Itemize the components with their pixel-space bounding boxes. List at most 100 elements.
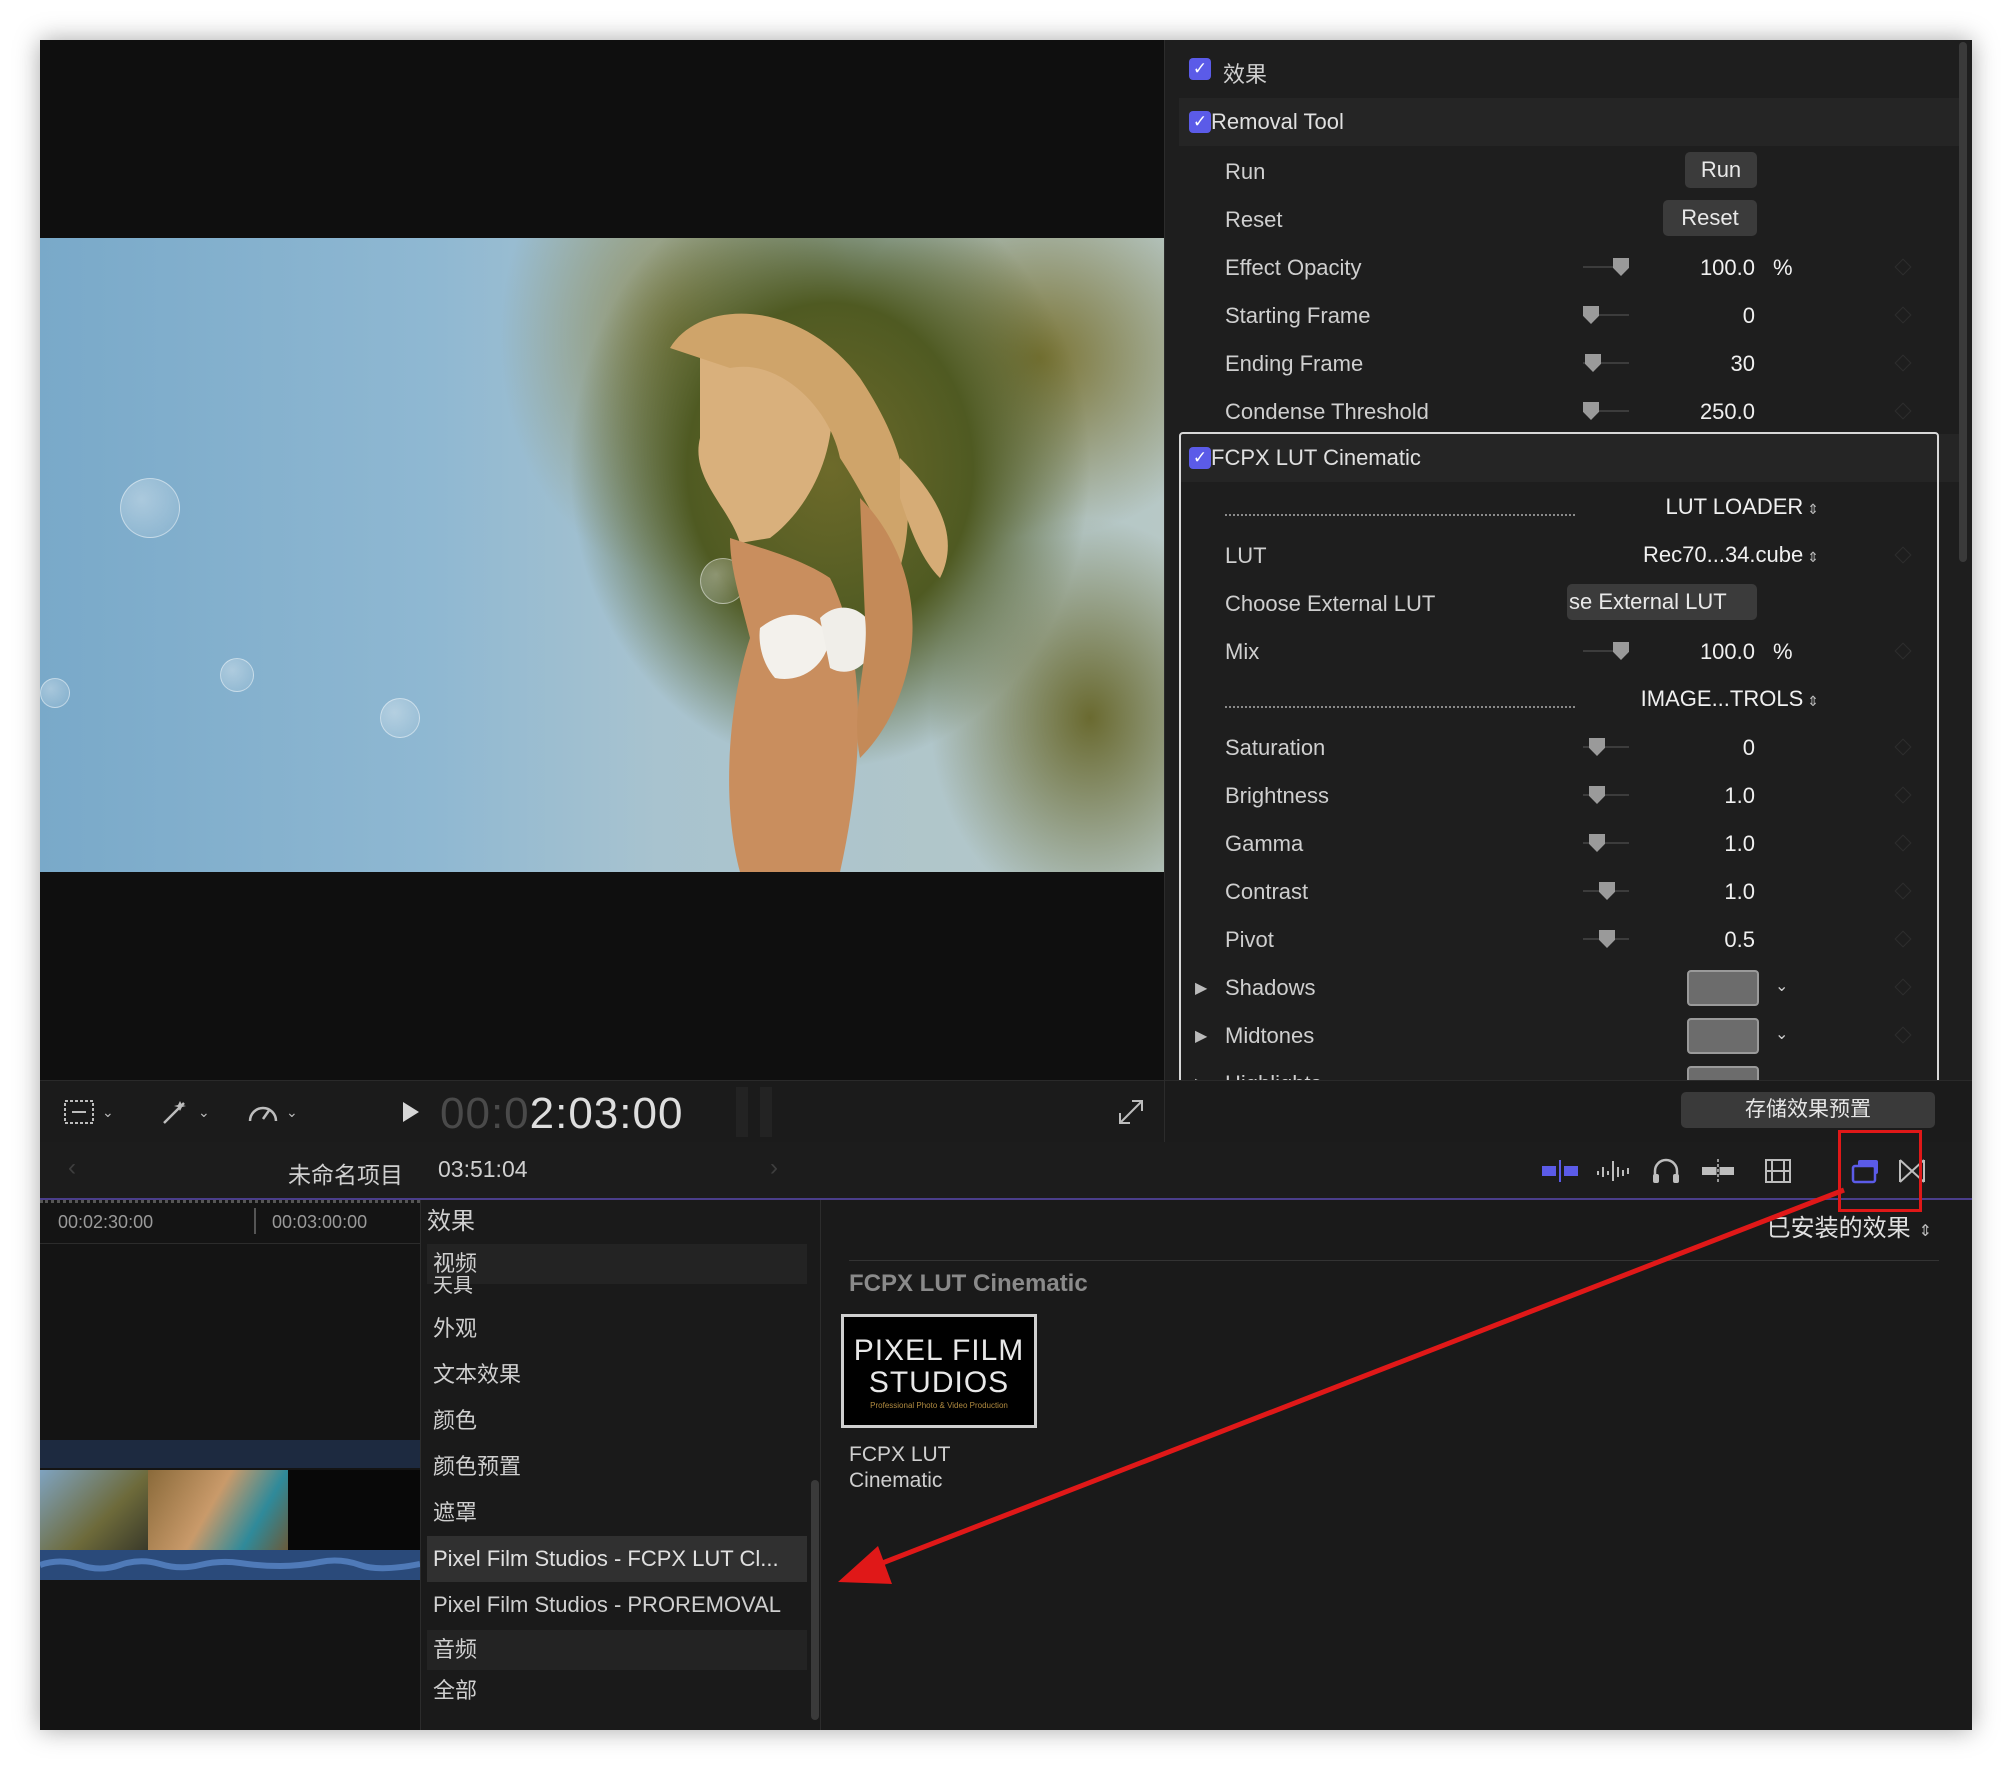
disclosure-triangle-icon[interactable]: ▶ bbox=[1195, 1026, 1207, 1046]
keyframe-icon[interactable] bbox=[1894, 306, 1912, 324]
effect-opacity-slider[interactable] bbox=[1583, 258, 1629, 276]
clip-appearance-button[interactable] bbox=[1758, 1154, 1798, 1188]
category-item[interactable]: 外观 bbox=[427, 1306, 807, 1352]
saturation-value[interactable]: 0 bbox=[1743, 735, 1755, 761]
condense-threshold-value[interactable]: 250.0 bbox=[1700, 399, 1755, 425]
timeline: 00:02:30:00 00:03:00:00 bbox=[40, 1200, 420, 1730]
slider-knob[interactable] bbox=[1583, 402, 1599, 420]
enhance-menu-button[interactable]: ⌄ bbox=[158, 1095, 210, 1129]
ending-frame-slider[interactable] bbox=[1583, 354, 1629, 372]
category-item[interactable]: 文本效果 bbox=[427, 1352, 807, 1398]
solo-button[interactable] bbox=[1646, 1154, 1686, 1188]
gamma-value[interactable]: 1.0 bbox=[1724, 831, 1755, 857]
effects-enable-checkbox[interactable]: ✓ bbox=[1189, 58, 1211, 80]
keyframe-icon[interactable] bbox=[1894, 882, 1912, 900]
ending-frame-row: Ending Frame 30 bbox=[1165, 340, 1955, 386]
ending-frame-value[interactable]: 30 bbox=[1731, 351, 1755, 377]
mix-value[interactable]: 100.0 bbox=[1700, 639, 1755, 665]
play-button[interactable] bbox=[400, 1095, 422, 1129]
effect-thumbnail[interactable]: PIXEL FILM STUDIOS Professional Photo & … bbox=[841, 1314, 1037, 1428]
keyframe-icon[interactable] bbox=[1894, 930, 1912, 948]
keyframe-icon[interactable] bbox=[1894, 354, 1912, 372]
keyframe-icon[interactable] bbox=[1894, 978, 1912, 996]
choose-external-lut-button[interactable]: se External LUT bbox=[1567, 584, 1757, 620]
category-item[interactable]: 天具 bbox=[427, 1272, 807, 1300]
transform-menu-button[interactable]: ⌄ bbox=[62, 1095, 114, 1129]
keyframe-icon[interactable] bbox=[1894, 1026, 1912, 1044]
midtones-color-well[interactable] bbox=[1687, 1018, 1759, 1054]
category-item[interactable]: 全部 bbox=[427, 1676, 807, 1706]
slider-knob[interactable] bbox=[1613, 258, 1629, 276]
slider-knob[interactable] bbox=[1589, 786, 1605, 804]
image-controls-popup-label: IMAGE...TROLS bbox=[1640, 686, 1804, 711]
category-item[interactable]: 颜色 bbox=[427, 1398, 807, 1444]
category-item[interactable]: Pixel Film Studios - PROREMOVAL bbox=[427, 1582, 807, 1628]
installed-effects-popup[interactable]: 已安装的效果 ⇕ bbox=[1767, 1208, 1932, 1243]
contrast-slider[interactable] bbox=[1583, 882, 1629, 900]
keyframe-icon[interactable] bbox=[1894, 402, 1912, 420]
retime-menu-button[interactable]: ⌄ bbox=[246, 1095, 298, 1129]
chevron-down-icon[interactable]: ⌄ bbox=[1775, 976, 1788, 996]
run-button[interactable]: Run bbox=[1685, 152, 1757, 188]
brightness-value[interactable]: 1.0 bbox=[1724, 783, 1755, 809]
slider-knob[interactable] bbox=[1599, 930, 1615, 948]
removal-tool-header[interactable]: ✓ Removal Tool bbox=[1179, 98, 1959, 146]
starting-frame-slider[interactable] bbox=[1583, 306, 1629, 324]
slider-knob[interactable] bbox=[1585, 354, 1601, 372]
keyframe-icon[interactable] bbox=[1894, 642, 1912, 660]
snapping-button[interactable] bbox=[1698, 1154, 1738, 1188]
category-item[interactable]: 遮罩 bbox=[427, 1490, 807, 1536]
starting-frame-value[interactable]: 0 bbox=[1743, 303, 1755, 329]
effect-opacity-value[interactable]: 100.0 bbox=[1700, 255, 1755, 281]
lut-file-popup[interactable]: Rec70...34.cube ⇕ bbox=[1643, 542, 1819, 568]
saturation-slider[interactable] bbox=[1583, 738, 1629, 756]
mix-slider[interactable] bbox=[1583, 642, 1629, 660]
subject-figure bbox=[670, 313, 948, 872]
pivot-slider[interactable] bbox=[1583, 930, 1629, 948]
disclosure-triangle-icon[interactable]: ▶ bbox=[1195, 978, 1207, 998]
keyframe-icon[interactable] bbox=[1894, 258, 1912, 276]
category-item-selected[interactable]: Pixel Film Studios - FCPX LUT Cl... bbox=[427, 1536, 807, 1582]
lut-cinematic-header[interactable]: ✓ FCPX LUT Cinematic bbox=[1179, 434, 1959, 482]
keyframe-icon[interactable] bbox=[1894, 546, 1912, 564]
speedometer-icon bbox=[248, 1106, 278, 1122]
contrast-value[interactable]: 1.0 bbox=[1724, 879, 1755, 905]
sidebar-scrollbar[interactable] bbox=[811, 1480, 819, 1720]
brightness-slider[interactable] bbox=[1583, 786, 1629, 804]
slider-knob[interactable] bbox=[1599, 882, 1615, 900]
inspector-scrollbar[interactable] bbox=[1959, 42, 1967, 562]
slider-knob[interactable] bbox=[1583, 306, 1599, 324]
effects-sidebar-header: 效果 bbox=[427, 1208, 475, 1235]
effects-browser-button[interactable] bbox=[1846, 1154, 1886, 1188]
forward-arrow-icon[interactable]: › bbox=[770, 1154, 778, 1182]
category-item[interactable]: 颜色预置 bbox=[427, 1444, 807, 1490]
mix-row: Mix 100.0 % bbox=[1165, 628, 1955, 674]
fullscreen-button[interactable] bbox=[1116, 1095, 1146, 1129]
audio-section-header[interactable]: 音频 bbox=[427, 1630, 807, 1670]
keyframe-icon[interactable] bbox=[1894, 738, 1912, 756]
chevron-down-icon[interactable]: ⌄ bbox=[1775, 1024, 1788, 1044]
keyframe-icon[interactable] bbox=[1894, 834, 1912, 852]
lut-loader-popup[interactable]: LUT LOADER ⇕ bbox=[1666, 494, 1819, 520]
save-effects-preset-button[interactable]: 存储效果预置 bbox=[1681, 1092, 1935, 1128]
slider-knob[interactable] bbox=[1613, 642, 1629, 660]
clip-thumb-1 bbox=[40, 1470, 148, 1550]
play-icon bbox=[403, 1102, 419, 1122]
keyframe-icon[interactable] bbox=[1894, 786, 1912, 804]
pivot-value[interactable]: 0.5 bbox=[1724, 927, 1755, 953]
chevron-down-icon: ⌄ bbox=[102, 1103, 114, 1120]
transitions-browser-button[interactable] bbox=[1892, 1154, 1932, 1188]
condense-threshold-slider[interactable] bbox=[1583, 402, 1629, 420]
slider-knob[interactable] bbox=[1589, 834, 1605, 852]
back-arrow-icon[interactable]: ‹ bbox=[68, 1154, 76, 1182]
image-controls-popup[interactable]: IMAGE...TROLS ⇕ bbox=[1641, 686, 1819, 712]
reset-button[interactable]: Reset bbox=[1663, 200, 1757, 236]
reset-label: Reset bbox=[1225, 207, 1283, 232]
timeline-clip[interactable] bbox=[40, 1470, 420, 1580]
gamma-slider[interactable] bbox=[1583, 834, 1629, 852]
shadows-color-well[interactable] bbox=[1687, 970, 1759, 1006]
slider-knob[interactable] bbox=[1589, 738, 1605, 756]
timeline-track-bar bbox=[40, 1440, 420, 1468]
audio-skimming-button[interactable] bbox=[1594, 1154, 1634, 1188]
skimming-button[interactable] bbox=[1540, 1154, 1580, 1188]
